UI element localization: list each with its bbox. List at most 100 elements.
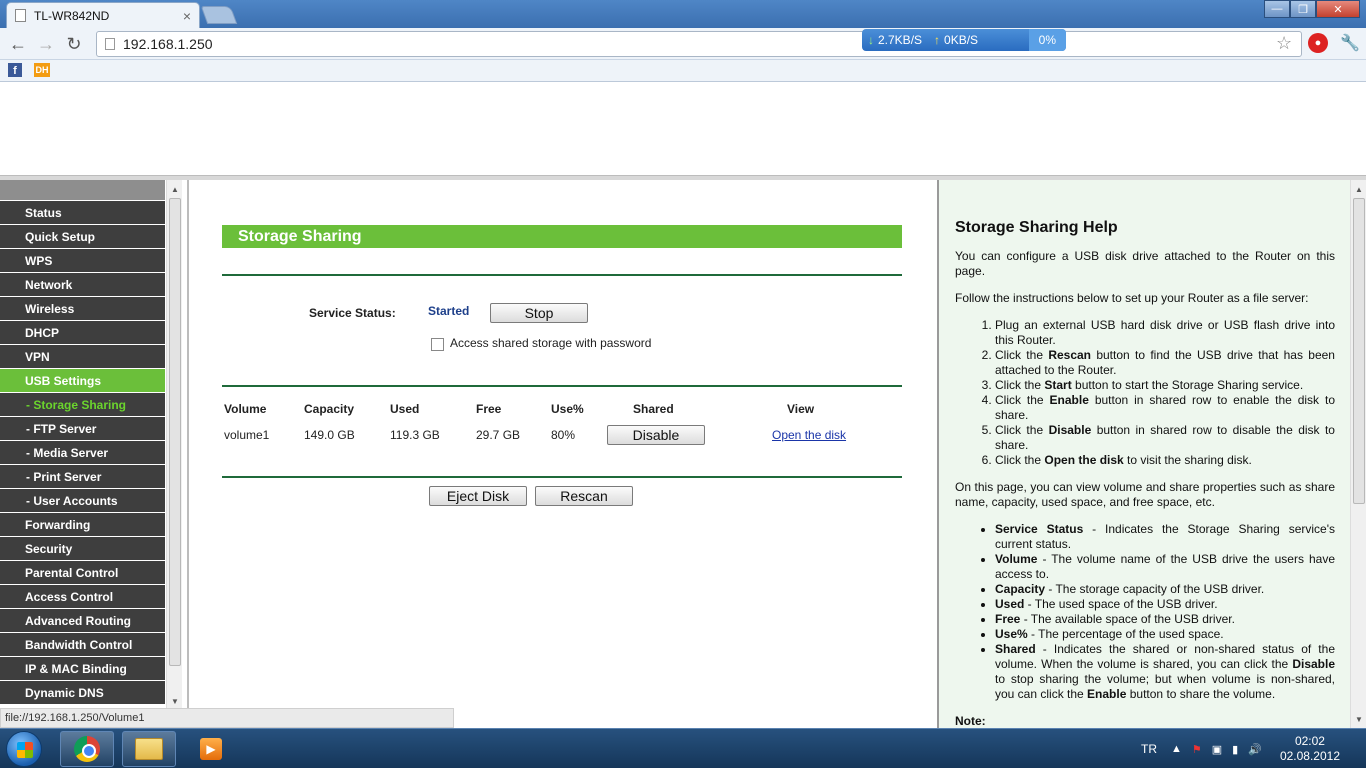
stop-button[interactable]: Stop [490,303,588,323]
window-controls: — ❐ ✕ [1264,0,1360,18]
download-speed-widget[interactable]: ↓ 2.7KB/S ↑ 0KB/S 0% [862,29,1066,51]
cell-capacity: 149.0 GB [304,428,355,442]
rescan-button[interactable]: Rescan [535,486,633,506]
tray-expand-icon[interactable]: ▲ [1171,743,1182,755]
cell-free: 29.7 GB [476,428,521,442]
wrench-icon[interactable]: 🔧 [1340,33,1360,53]
help-frame: Storage Sharing Help You can configure a… [937,180,1366,728]
disable-share-button[interactable]: Disable [607,425,705,445]
system-tray: TR ▲ ⚑ ▣ ▮ 🔊 02:02 02.08.2012 [1141,729,1366,768]
scroll-down-icon[interactable]: ▼ [1351,712,1366,726]
scroll-up-icon[interactable]: ▲ [167,182,183,196]
menu-item-security[interactable]: Security [0,537,165,561]
clock-time: 02:02 [1294,734,1325,748]
menu-item-quick-setup[interactable]: Quick Setup [0,225,165,249]
col-shared: Shared [633,402,674,416]
menu-item-wireless[interactable]: Wireless [0,297,165,321]
menu-item-access-control[interactable]: Access Control [0,585,165,609]
menu-item-network[interactable]: Network [0,273,165,297]
menu-item-dhcp[interactable]: DHCP [0,321,165,345]
close-icon[interactable]: ✕ [1316,0,1360,18]
reload-icon[interactable]: ↻ [62,32,86,56]
menu-item-wps[interactable]: WPS [0,249,165,273]
browser-toolbar: ← → ↻ 192.168.1.250 [0,28,1366,60]
scroll-up-icon[interactable]: ▲ [1351,182,1366,196]
taskbar-media-player[interactable]: ▶ [184,731,238,767]
menu-item-ftp-server[interactable]: - FTP Server [0,417,165,441]
windows-logo-icon [17,742,33,758]
menu-item-ip-mac-binding[interactable]: IP & MAC Binding [0,657,165,681]
menu-item-parental-control[interactable]: Parental Control [0,561,165,585]
cell-use-pct: 80% [551,428,576,442]
help-step: Click the Enable button in shared row to… [995,393,1335,423]
menu-scrollbar[interactable]: ▲ ▼ [166,180,182,708]
clock-date: 02.08.2012 [1279,749,1340,763]
menu-item-vpn[interactable]: VPN [0,345,165,369]
maximize-icon[interactable]: ❐ [1290,0,1316,18]
new-tab-button[interactable] [200,6,238,24]
menu-item-forwarding[interactable]: Forwarding [0,513,165,537]
left-menu-frame: Status Quick Setup WPS Network Wireless … [0,180,183,708]
cell-volume: volume1 [224,428,270,442]
taskbar-explorer[interactable] [122,731,176,767]
language-indicator[interactable]: TR [1141,742,1157,756]
windows-taskbar: ▶ TR ▲ ⚑ ▣ ▮ 🔊 02:02 02.08.2012 [0,728,1366,768]
help-title: Storage Sharing Help [955,219,1118,236]
tab-close-icon[interactable]: × [183,8,191,24]
password-checkbox[interactable] [431,338,444,351]
help-step: Click the Disable button in shared row t… [995,423,1335,453]
col-used: Used [390,402,420,416]
bookmarks-bar: f DH [0,60,1366,82]
router-banner [0,83,1366,175]
network-signal-icon[interactable]: ▮ [1232,743,1238,756]
col-volume: Volume [224,402,267,416]
menu-item-advanced-routing[interactable]: Advanced Routing [0,609,165,633]
dh-bookmark-icon[interactable]: DH [34,63,50,77]
menu-item-bandwidth-control[interactable]: Bandwidth Control [0,633,165,657]
address-bar[interactable]: 192.168.1.250 [96,31,1302,57]
system-clock[interactable]: 02:02 02.08.2012 [1280,734,1340,764]
speed-percent: 0% [1028,29,1066,51]
col-view: View [787,402,815,416]
minimize-icon[interactable]: — [1264,0,1290,18]
service-status-value: Started [428,304,470,318]
scroll-down-icon[interactable]: ▼ [167,694,183,708]
menu-item-media-server[interactable]: - Media Server [0,441,165,465]
eject-disk-button[interactable]: Eject Disk [429,486,527,506]
divider [222,274,902,276]
taskbar-chrome[interactable] [60,731,114,767]
action-center-icon[interactable]: ⚑ [1192,743,1202,756]
divider [222,476,902,478]
start-button[interactable] [6,731,42,767]
adblock-stop-icon[interactable]: ● [1308,33,1328,53]
forward-icon[interactable]: → [34,32,58,56]
help-term: Used - The used space of the USB driver. [995,597,1335,612]
menu-scroll-thumb[interactable] [169,198,181,666]
volume-icon[interactable]: 🔊 [1248,743,1262,756]
help-follow: Follow the instructions below to set up … [955,291,1309,305]
help-scroll-thumb[interactable] [1353,198,1365,504]
help-scrollbar[interactable]: ▲ ▼ [1350,180,1366,728]
browser-tab[interactable]: TL-WR842ND × [6,2,200,28]
back-icon[interactable]: ← [6,32,30,56]
menu-item-print-server[interactable]: - Print Server [0,465,165,489]
menu-item-status[interactable]: Status [0,201,165,225]
facebook-icon[interactable]: f [8,63,22,77]
help-step: Click the Start button to start the Stor… [995,378,1335,393]
bookmark-star-icon[interactable]: ☆ [1276,33,1292,54]
help-term: Capacity - The storage capacity of the U… [995,582,1335,597]
page-icon [105,38,115,50]
upload-arrow-icon: ↑ [934,33,941,47]
menu-item-storage-sharing[interactable]: - Storage Sharing [0,393,165,417]
menu-header [0,180,165,200]
col-capacity: Capacity [304,402,355,416]
menu-item-user-accounts[interactable]: - User Accounts [0,489,165,513]
menu-item-usb-settings[interactable]: USB Settings [0,369,165,393]
download-speed: 2.7KB/S [878,33,923,47]
menu-item-dynamic-dns[interactable]: Dynamic DNS [0,681,165,705]
menu-list: Status Quick Setup WPS Network Wireless … [0,201,165,705]
divider [222,385,902,387]
folder-icon [135,738,163,760]
open-disk-link[interactable]: Open the disk [772,428,846,442]
device-icon[interactable]: ▣ [1212,743,1222,756]
